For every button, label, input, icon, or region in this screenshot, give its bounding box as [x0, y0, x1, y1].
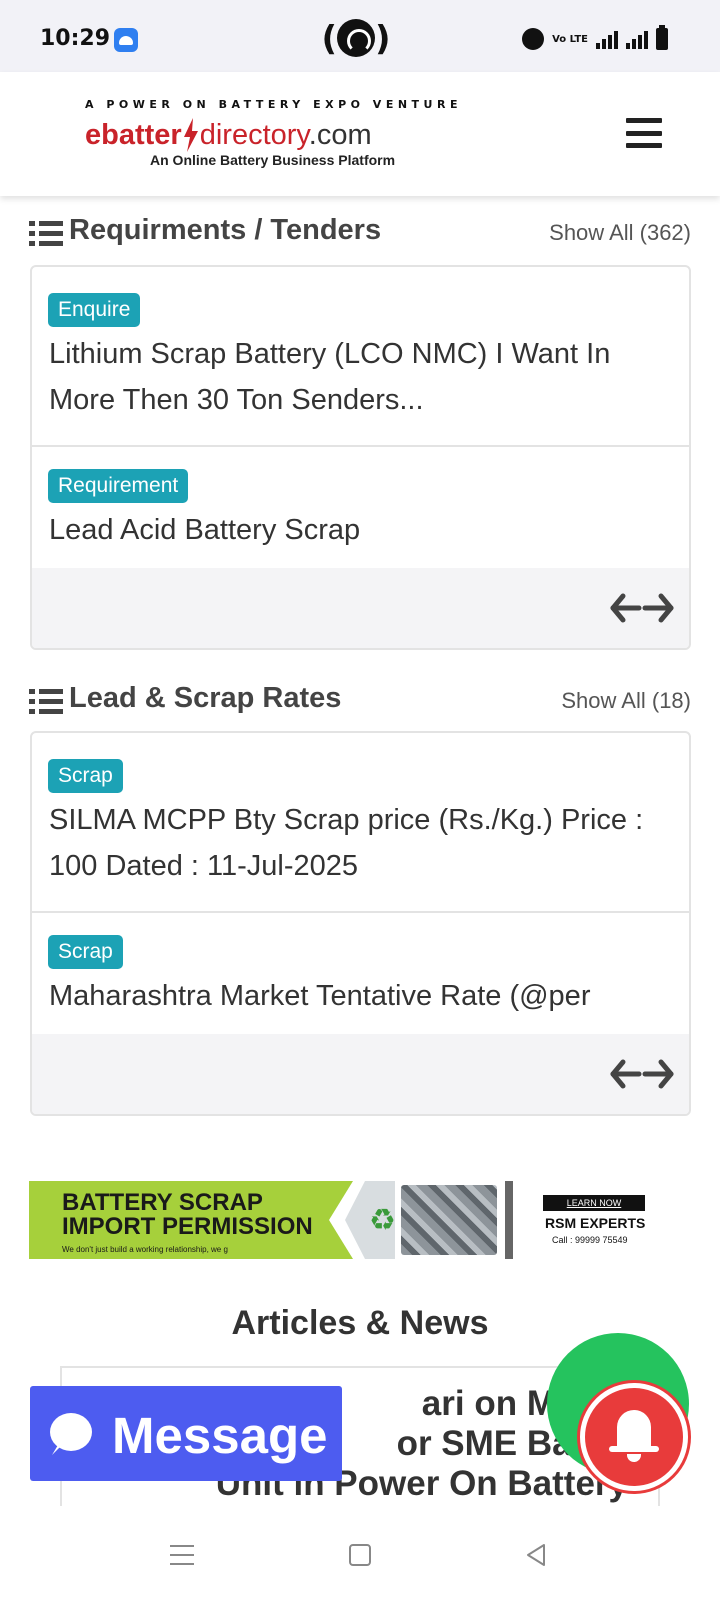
logo-text-directory: directory — [199, 119, 309, 151]
rates-show-all-link[interactable]: Show All (18) — [561, 688, 691, 714]
requirement-text: Lead Acid Battery Scrap — [49, 514, 361, 546]
signal-icon — [596, 29, 618, 49]
requirements-section-header: Requirments / Tenders Show All (362) — [29, 212, 691, 252]
message-button[interactable]: Message — [30, 1386, 342, 1481]
ad-small-text: We don't just build a working relationsh… — [62, 1245, 228, 1254]
rate-item-1[interactable]: Scrap SILMA MCPP Bty Scrap price (Rs./Kg… — [32, 733, 689, 913]
battery-scrap-ad-banner[interactable]: BATTERY SCRAP IMPORT PERMISSION We don't … — [29, 1181, 691, 1259]
rate-text: SILMA MCPP Bty Scrap price (Rs./Kg.) Pri… — [49, 804, 644, 882]
bell-body — [617, 1410, 651, 1450]
rates-section-header: Lead & Scrap Rates Show All (18) — [29, 680, 691, 720]
hamburger-menu-icon[interactable] — [626, 118, 662, 148]
logo-subtitle: An Online Battery Business Platform — [150, 152, 396, 168]
signal-icon-2 — [626, 29, 648, 49]
ad-phone: Call : 99999 75549 — [552, 1235, 628, 1245]
rates-card-footer — [32, 1034, 689, 1114]
hotspot-icon: () — [321, 18, 391, 59]
home-icon[interactable] — [349, 1544, 371, 1566]
rate-badge: Scrap — [48, 759, 123, 793]
bell-clapper — [627, 1454, 641, 1462]
ad-learn-now-button[interactable]: LEARN NOW — [543, 1195, 645, 1211]
back-icon[interactable] — [524, 1543, 548, 1567]
recycle-icon: ♻ — [369, 1204, 396, 1237]
discord-notification-icon — [114, 28, 138, 52]
requirements-show-all-link[interactable]: Show All (362) — [549, 220, 691, 246]
logo-tagline: A POWER ON BATTERY EXPO VENTURE — [85, 98, 462, 111]
requirement-item-2[interactable]: Requirement Lead Acid Battery Scrap — [32, 447, 689, 571]
list-icon — [29, 221, 63, 247]
requirements-card-footer — [32, 568, 689, 648]
volte-label: Vo LTE — [552, 33, 588, 45]
system-nav-bar — [0, 1510, 720, 1600]
ad-title-line2: IMPORT PERMISSION — [62, 1213, 313, 1240]
list-icon — [29, 689, 63, 715]
recent-apps-icon[interactable] — [170, 1545, 194, 1565]
alarm-icon — [522, 28, 545, 50]
rates-card: Scrap SILMA MCPP Bty Scrap price (Rs./Kg… — [30, 731, 691, 1116]
left-right-arrows-icon[interactable] — [609, 590, 675, 626]
requirements-title: Requirments / Tenders — [69, 214, 382, 246]
chat-bubble-icon — [50, 1413, 92, 1451]
status-time: 10:29 — [40, 26, 111, 51]
left-right-arrows-icon[interactable] — [609, 1056, 675, 1092]
logo-text-com: .com — [308, 119, 372, 151]
rates-title: Lead & Scrap Rates — [69, 682, 342, 714]
rate-badge: Scrap — [48, 935, 123, 969]
logo-text-e: e — [85, 119, 102, 151]
ad-title-line1: BATTERY SCRAP — [62, 1189, 263, 1216]
requirement-badge: Enquire — [48, 293, 141, 327]
status-icons: Vo LTE — [522, 25, 668, 52]
ad-battery-photo — [401, 1185, 497, 1255]
bell-rim — [609, 1446, 659, 1452]
requirement-text: Lithium Scrap Battery (LCO NMC) I Want I… — [49, 338, 611, 416]
rate-text: Maharashtra Market Tentative Rate (@per — [49, 980, 591, 1012]
ad-company-name: RSM EXPERTS — [545, 1215, 646, 1231]
lightning-bolt-icon — [182, 118, 200, 152]
battery-icon — [656, 25, 668, 50]
requirement-badge: Requirement — [48, 469, 189, 503]
site-logo[interactable]: ebatter directory.com — [85, 118, 372, 152]
status-bar: 10:29 () Vo LTE — [0, 0, 720, 72]
requirements-card: Enquire Lithium Scrap Battery (LCO NMC) … — [30, 265, 691, 650]
notification-bell-icon[interactable] — [580, 1383, 688, 1491]
logo-text-batter: batter — [101, 119, 182, 151]
ad-divider — [505, 1181, 513, 1259]
requirement-item-1[interactable]: Enquire Lithium Scrap Battery (LCO NMC) … — [32, 267, 689, 447]
message-label: Message — [112, 1407, 328, 1464]
ad-title: BATTERY SCRAP IMPORT PERMISSION — [62, 1191, 313, 1239]
rate-item-2[interactable]: Scrap Maharashtra Market Tentative Rate … — [32, 913, 689, 1037]
site-header: A POWER ON BATTERY EXPO VENTURE ebatter d… — [0, 72, 720, 196]
ad-green-panel: BATTERY SCRAP IMPORT PERMISSION We don't … — [29, 1181, 369, 1259]
